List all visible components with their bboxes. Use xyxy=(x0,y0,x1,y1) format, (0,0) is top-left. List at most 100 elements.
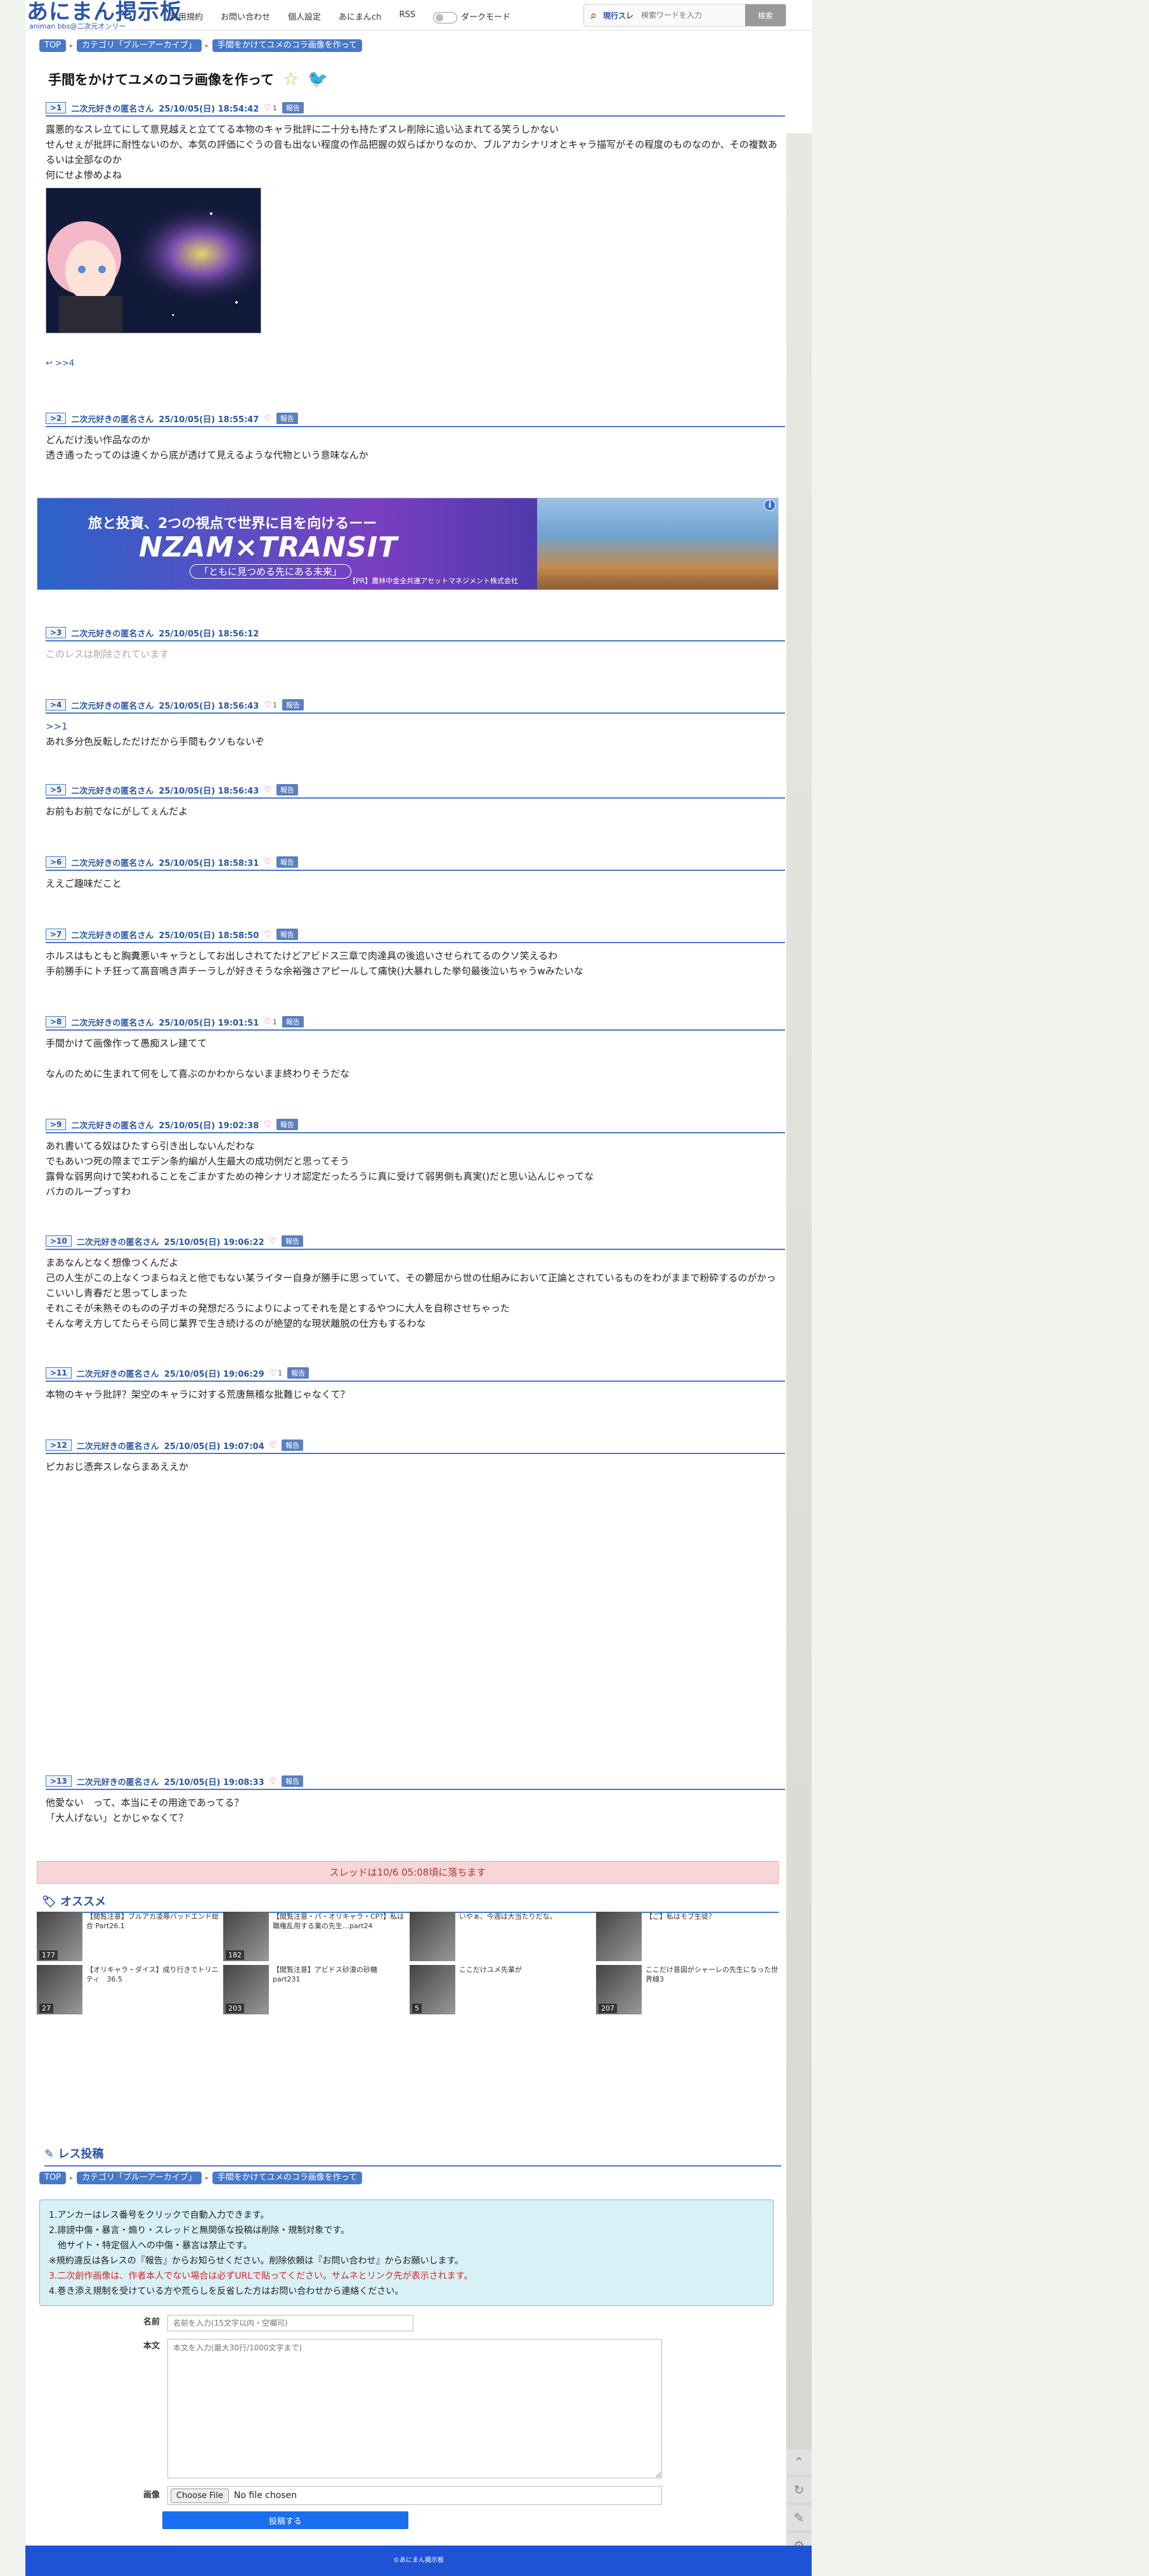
recommend-title[interactable]: いやぁ、今週は大当たりだな。 xyxy=(459,1912,557,1962)
recommend-item[interactable]: 27 【オリキャラ・ダイス】成り行きでトリニティ 36.5 xyxy=(37,1965,221,2016)
post-number[interactable]: >8 xyxy=(46,1016,67,1027)
nav-settings[interactable]: 個人設定 xyxy=(288,10,321,23)
recommend-item[interactable]: 【ご】私はモブ生徒？ xyxy=(596,1912,780,1962)
post-number[interactable]: >1 xyxy=(46,102,67,113)
scroll-top-icon[interactable]: ⌃ xyxy=(786,2449,812,2475)
recommend-title[interactable]: 【閲覧注意】アビドス砂漠の砂糖 part231 xyxy=(273,1965,407,2016)
submit-button[interactable]: 投稿する xyxy=(162,2511,408,2529)
post-date: 25/10/05(日) 18:56:43 xyxy=(159,701,259,711)
recommend-item[interactable]: 177 【閲覧注意】ブルアカ凌辱バッドエンド総合 Part26.1 xyxy=(37,1912,221,1962)
report-button[interactable]: 報告 xyxy=(276,784,298,795)
post-image[interactable] xyxy=(46,188,261,333)
reply-anchor[interactable]: >>1 xyxy=(46,721,68,732)
star-icon[interactable]: ☆ xyxy=(283,68,299,89)
recommend-thumbnail[interactable]: 203 xyxy=(223,1965,269,2014)
report-button[interactable]: 報告 xyxy=(276,929,298,940)
recommend-title[interactable]: 【オリキャラ・ダイス】成り行きでトリニティ 36.5 xyxy=(86,1965,221,2016)
recommend-item[interactable]: 182 【閲覧注意・パ・オリキャラ・CP?】私は職権乱用する業の先生…part24 xyxy=(223,1912,407,1962)
breadcrumb-category[interactable]: カテゴリ「ブルーアーカイブ」 xyxy=(77,39,202,52)
recommend-title[interactable]: 【ご】私はモブ生徒？ xyxy=(646,1912,715,1962)
rule-line: 1.アンカーはレス番号をクリックで自動入力できます。 xyxy=(49,2210,269,2220)
like-button[interactable]: ♡ xyxy=(264,858,271,867)
nav-terms[interactable]: 利用規約 xyxy=(170,10,203,23)
like-button[interactable]: ♡ xyxy=(264,1120,271,1130)
report-button[interactable]: 報告 xyxy=(282,699,304,711)
like-button[interactable]: ♡ xyxy=(269,1777,277,1786)
recommend-title[interactable]: 【閲覧注意】ブルアカ凌辱バッドエンド総合 Part26.1 xyxy=(86,1912,221,1962)
breadcrumb-thread[interactable]: 手間をかけてユメのコラ画像を作って xyxy=(212,2172,363,2184)
post-body: 手間かけて画像作って愚痴スレ建てて なんのために生まれて何をして喜ぶのかわからな… xyxy=(46,1038,350,1079)
edit-icon[interactable]: ✎ xyxy=(786,2505,812,2530)
like-button[interactable]: ♡ xyxy=(264,930,271,939)
recommend-title[interactable]: 【閲覧注意・パ・オリキャラ・CP?】私は職権乱用する業の先生…part24 xyxy=(273,1912,407,1962)
post-number[interactable]: >5 xyxy=(46,784,67,795)
recommend-item[interactable]: 207 ここだけ意図がシャーレの先生になった世界線3 xyxy=(596,1965,780,2016)
recommend-thumbnail[interactable] xyxy=(596,1912,642,1961)
post-number[interactable]: >13 xyxy=(46,1775,72,1787)
site-logo[interactable]: あにまん掲示板 animan bbs@二次元オンリー xyxy=(27,1,185,30)
like-button[interactable]: ♡ 1 xyxy=(264,700,277,710)
recommend-thumbnail[interactable] xyxy=(410,1912,455,1961)
post-number[interactable]: >3 xyxy=(46,627,67,638)
post-number[interactable]: >6 xyxy=(46,856,67,868)
like-button[interactable]: ♡ xyxy=(264,414,271,423)
breadcrumb-top[interactable]: TOP xyxy=(39,39,67,52)
recommend-item[interactable]: 203 【閲覧注意】アビドス砂漠の砂糖 part231 xyxy=(223,1965,407,2016)
report-button[interactable]: 報告 xyxy=(282,1016,304,1027)
twitter-icon[interactable]: 🐦 xyxy=(308,70,328,89)
like-button[interactable]: ♡ 1 xyxy=(264,103,277,113)
report-button[interactable]: 報告 xyxy=(287,1367,309,1379)
post-number[interactable]: >10 xyxy=(46,1235,72,1247)
reply-link[interactable]: >>4 xyxy=(55,359,74,368)
like-button[interactable]: ♡ xyxy=(264,785,271,795)
body-textarea[interactable] xyxy=(167,2339,662,2478)
nav-contact[interactable]: お問い合わせ xyxy=(221,10,270,23)
name-field[interactable] xyxy=(167,2315,413,2331)
rule-line: 4.巻き添え規制を受けている方や荒らしを反省した方はお問い合わせから連絡ください… xyxy=(49,2286,404,2296)
post-header: >7 二次元好きの匿名さん 25/10/05(日) 18:58:50 ♡ 報告 xyxy=(46,929,785,943)
recommend-thumbnail[interactable]: 27 xyxy=(37,1965,82,2014)
file-input[interactable]: Choose File No file chosen xyxy=(167,2486,662,2505)
recommend-thumbnail[interactable]: 177 xyxy=(37,1912,82,1961)
post-header: >11 二次元好きの匿名さん 25/10/05(日) 19:06:29 ♡ 1 報… xyxy=(46,1367,785,1382)
recommend-item[interactable]: 5 ここだけユメ先輩が xyxy=(410,1965,594,2016)
dark-mode-toggle[interactable]: ダークモード xyxy=(432,10,510,23)
report-button[interactable]: 報告 xyxy=(282,1439,304,1451)
post-number[interactable]: >9 xyxy=(46,1119,67,1130)
advertisement-banner[interactable]: 旅と投資、2つの視点で世界に目を向けるーー NZAM×TRANSIT 「ともに見… xyxy=(37,498,779,590)
ad-info-icon[interactable]: i xyxy=(764,499,776,511)
recommend-item[interactable]: いやぁ、今週は大当たりだな。 xyxy=(410,1912,594,1962)
search-scope-select[interactable]: 現行スレ xyxy=(603,10,641,21)
like-button[interactable]: ♡ 1 xyxy=(269,1368,283,1378)
like-button[interactable]: ♡ 1 xyxy=(264,1017,277,1027)
search-button[interactable]: 検索 xyxy=(745,4,786,26)
logo-text[interactable]: あにまん掲示板 xyxy=(27,1,185,23)
toggle-switch[interactable] xyxy=(432,11,457,23)
breadcrumb-thread[interactable]: 手間をかけてユメのコラ画像を作って xyxy=(212,39,363,52)
breadcrumb-category[interactable]: カテゴリ「ブルーアーカイブ」 xyxy=(77,2172,202,2184)
report-button[interactable]: 報告 xyxy=(282,102,304,113)
report-button[interactable]: 報告 xyxy=(282,1775,304,1787)
post-number[interactable]: >7 xyxy=(46,929,67,940)
nav-rss[interactable]: RSS xyxy=(399,10,415,23)
post-number[interactable]: >12 xyxy=(46,1439,72,1451)
reload-icon[interactable]: ↻ xyxy=(786,2477,812,2502)
recommend-title[interactable]: ここだけユメ先輩が xyxy=(459,1965,522,2016)
recommend-thumbnail[interactable]: 207 xyxy=(596,1965,642,2014)
post-number[interactable]: >4 xyxy=(46,699,67,711)
recommend-thumbnail[interactable]: 5 xyxy=(410,1965,455,2014)
report-button[interactable]: 報告 xyxy=(276,413,298,424)
search-input[interactable] xyxy=(641,11,736,20)
report-button[interactable]: 報告 xyxy=(276,1119,298,1130)
post-number[interactable]: >2 xyxy=(46,413,67,424)
recommend-thumbnail[interactable]: 182 xyxy=(223,1912,269,1961)
like-button[interactable]: ♡ xyxy=(269,1237,277,1246)
report-button[interactable]: 報告 xyxy=(282,1235,304,1247)
recommend-title[interactable]: ここだけ意図がシャーレの先生になった世界線3 xyxy=(646,1965,780,2016)
report-button[interactable]: 報告 xyxy=(276,856,298,868)
post-number[interactable]: >11 xyxy=(46,1367,72,1379)
breadcrumb-top[interactable]: TOP xyxy=(39,2172,67,2184)
nav-animanch[interactable]: あにまんch xyxy=(339,10,381,23)
choose-file-button[interactable]: Choose File xyxy=(171,2488,229,2503)
like-button[interactable]: ♡ xyxy=(269,1441,277,1450)
